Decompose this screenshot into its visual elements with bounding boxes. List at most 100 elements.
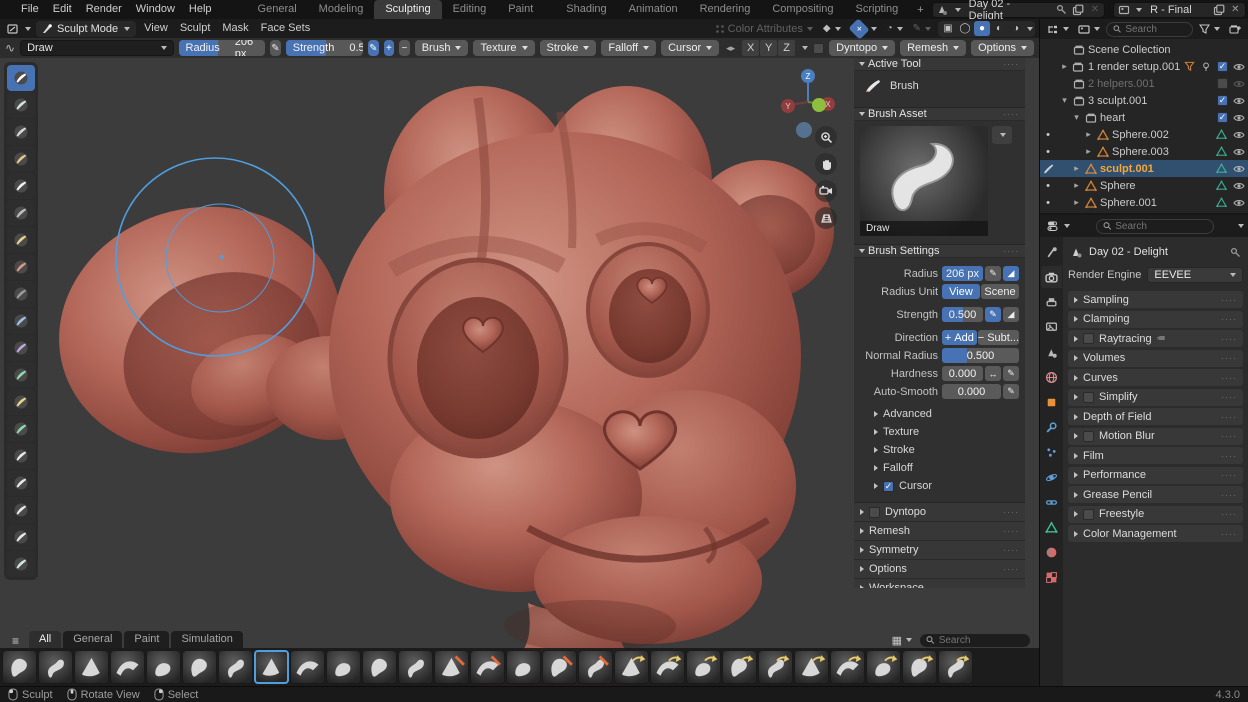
brush-thumbnail[interactable]: [758, 650, 793, 684]
panel-workspace[interactable]: Workspace····: [854, 579, 1025, 588]
outliner-row[interactable]: Scene Collection: [1040, 41, 1248, 58]
properties-search[interactable]: [1096, 219, 1214, 234]
radius-slider[interactable]: Radius 206 px: [179, 40, 266, 56]
material-shading-icon[interactable]: ◐: [991, 21, 1007, 36]
panel-raytracing[interactable]: Raytracing≔····: [1068, 330, 1243, 347]
tool-edit-face-set[interactable]: [7, 389, 35, 415]
panel-simplify[interactable]: Simplify····: [1068, 389, 1243, 406]
outliner-row[interactable]: ▾3 sculpt.001✓: [1040, 92, 1248, 109]
tool-paint-brush[interactable]: [7, 146, 35, 172]
properties-tab-output[interactable]: [1041, 291, 1062, 313]
shelf-tab-paint[interactable]: Paint: [124, 631, 169, 648]
active-tool-panel-header[interactable]: Active Tool····: [854, 58, 1025, 71]
properties-tab-particles[interactable]: [1041, 441, 1062, 463]
properties-tab-physics[interactable]: [1041, 466, 1062, 488]
active-tool-brush[interactable]: Brush: [860, 76, 1019, 100]
symmetry-z-button[interactable]: Z: [778, 40, 795, 56]
workspace-tab-modeling[interactable]: Modeling: [308, 0, 375, 19]
shelf-search[interactable]: [919, 633, 1031, 648]
shelf-display-options[interactable]: ▦: [889, 632, 915, 648]
brush-thumbnail[interactable]: [326, 650, 361, 684]
brush-thumbnail[interactable]: [290, 650, 325, 684]
workspace-tab-sculpting[interactable]: Sculpting: [374, 0, 441, 19]
menu-help[interactable]: Help: [182, 0, 219, 19]
options-popover[interactable]: Options: [971, 40, 1034, 56]
tool-lasso-mask[interactable]: [7, 200, 35, 226]
solid-shading-icon[interactable]: ●: [974, 21, 990, 36]
direction-add-button[interactable]: +Add: [942, 330, 977, 345]
tool-box-trim[interactable]: [7, 254, 35, 280]
properties-tab-material[interactable]: [1041, 541, 1062, 563]
brush-asset-dropdown[interactable]: [992, 126, 1012, 144]
expander-icon[interactable]: ▸: [1072, 197, 1081, 208]
new-view-layer-icon[interactable]: [1212, 3, 1225, 16]
panel-options[interactable]: Options····: [854, 560, 1025, 579]
properties-tab-world[interactable]: [1041, 366, 1062, 388]
render-engine-dropdown[interactable]: EEVEE: [1147, 267, 1243, 283]
pin-icon[interactable]: [1230, 247, 1241, 258]
brush-thumbnail[interactable]: [506, 650, 541, 684]
outliner-display-mode[interactable]: [1044, 21, 1072, 37]
tool-mesh-filter[interactable]: [7, 308, 35, 334]
direction-add-button[interactable]: +: [384, 40, 395, 56]
radius-unit-scene-button[interactable]: Scene: [981, 284, 1019, 299]
brush-thumbnail[interactable]: [650, 650, 685, 684]
wireframe-shading-icon[interactable]: ◯: [957, 21, 973, 36]
brush-thumbnail[interactable]: [470, 650, 505, 684]
panel-dyntopo[interactable]: Dyntopo····: [854, 503, 1025, 522]
brush-thumbnail[interactable]: [542, 650, 577, 684]
brush-thumbnail[interactable]: [146, 650, 181, 684]
tool-color-filter[interactable]: [7, 362, 35, 388]
brush-thumbnail[interactable]: [182, 650, 217, 684]
strength-pressure-icon[interactable]: ◢: [1003, 307, 1019, 322]
tool-mask-brush[interactable]: [7, 119, 35, 145]
outliner-search[interactable]: [1106, 22, 1193, 37]
brush-thumbnail[interactable]: [902, 650, 937, 684]
workspace-tab-texture-paint[interactable]: Texture Paint: [497, 0, 555, 19]
symmetry-x-button[interactable]: X: [742, 40, 759, 56]
outliner-search-input[interactable]: [1125, 24, 1186, 35]
brush-thumbnail[interactable]: [614, 650, 649, 684]
strength-slider[interactable]: 0.500: [942, 307, 983, 322]
pin-icon[interactable]: [1055, 3, 1068, 16]
dyntopo-checkbox[interactable]: [813, 43, 824, 54]
exclude-checkbox[interactable]: ✓: [1217, 95, 1228, 106]
hardness-pressure-icon[interactable]: ✎: [1003, 366, 1019, 381]
properties-tab-object[interactable]: [1041, 391, 1062, 413]
expander-icon[interactable]: ▾: [1060, 95, 1069, 106]
overlays-popover[interactable]: ◔: [884, 21, 906, 37]
expander-icon[interactable]: ▸: [1072, 163, 1081, 174]
tool-annotate[interactable]: [7, 551, 35, 577]
workspace-tab-scripting[interactable]: Scripting: [845, 0, 910, 19]
properties-editor-type[interactable]: [1044, 218, 1073, 234]
brush-thumbnail[interactable]: [74, 650, 109, 684]
dyntopo-popover[interactable]: Dyntopo: [829, 40, 895, 56]
shelf-tab-all[interactable]: All: [29, 631, 61, 648]
brush-thumbnail[interactable]: [578, 650, 613, 684]
menu-edit[interactable]: Edit: [46, 0, 79, 19]
tool-transform[interactable]: [7, 524, 35, 550]
brush-thumbnail[interactable]: [866, 650, 901, 684]
brush-thumbnail[interactable]: [218, 650, 253, 684]
cursor-checkbox[interactable]: ✓: [883, 481, 894, 492]
editor-type-button[interactable]: [4, 21, 34, 37]
brush-thumbnail[interactable]: [254, 650, 289, 684]
panel-performance[interactable]: Performance····: [1068, 467, 1243, 484]
workspace-tab-compositing[interactable]: Compositing: [761, 0, 844, 19]
panel-checkbox[interactable]: [1083, 431, 1094, 442]
panel-volumes[interactable]: Volumes····: [1068, 350, 1243, 367]
properties-tab-modifiers[interactable]: [1041, 416, 1062, 438]
direction-subtract-button[interactable]: −: [399, 40, 410, 56]
properties-tab-texture[interactable]: [1041, 566, 1062, 588]
radius-eyedropper-icon[interactable]: ✎: [985, 266, 1001, 281]
strength-pressure-icon[interactable]: ✎: [368, 40, 379, 56]
panel-motion-blur[interactable]: Motion Blur····: [1068, 428, 1243, 445]
tool-brush[interactable]: [7, 92, 35, 118]
panel-freestyle[interactable]: Freestyle····: [1068, 506, 1243, 523]
panel-clamping[interactable]: Clamping····: [1068, 311, 1243, 328]
subpanel-texture[interactable]: Texture: [860, 423, 1019, 441]
popover-brush[interactable]: Brush: [415, 40, 469, 56]
viewport-menu-view[interactable]: View: [138, 19, 174, 38]
panel-curves[interactable]: Curves····: [1068, 369, 1243, 386]
perspective-toggle-widget[interactable]: [815, 207, 837, 229]
